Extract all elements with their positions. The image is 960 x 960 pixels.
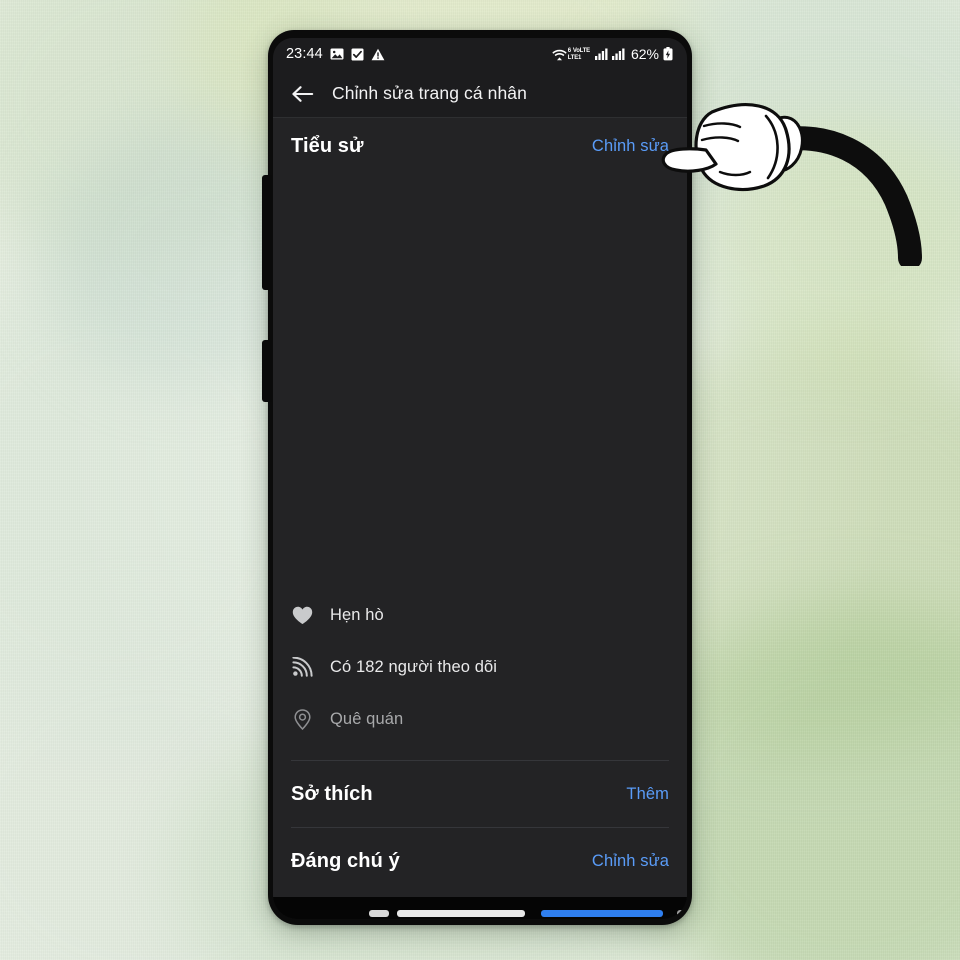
toolbar-chip-wide[interactable] [397,910,525,917]
status-time: 23:44 [286,46,323,62]
heart-icon [291,606,313,625]
status-bar-right: 6 VoLTE LTE1 62% [552,46,673,62]
section-bio-header: Tiểu sử Chỉnh sửa [273,118,687,174]
phone-screen: 23:44 6 VoLTE LTE1 62% Chỉnh sửa trang c… [273,38,687,919]
section-hobbies-add-link[interactable]: Thêm [626,785,669,804]
wifi-generation-label: 6 [567,47,571,54]
status-bar: 23:44 6 VoLTE LTE1 62% [273,38,687,70]
info-row-hometown[interactable]: Quê quán [273,693,687,745]
section-bio-title: Tiểu sử [291,134,364,157]
divider-above-featured [291,827,669,828]
signal-bars-icon-2 [611,48,625,60]
section-featured-header: Đáng chú ý Chỉnh sửa [273,833,687,889]
battery-icon [663,47,673,61]
volte-label: VoLTE [572,47,590,54]
arrow-left-icon [292,85,314,102]
pointing-hand-cursor [661,103,922,266]
info-row-followers-label: Có 182 người theo dõi [330,657,498,676]
section-hobbies-header: Sở thích Thêm [273,766,687,822]
image-icon [330,48,344,60]
profile-edit-body: Tiểu sử Chỉnh sửa Hẹn hò Có 182 người th… [273,118,687,897]
info-row-hometown-label: Quê quán [330,709,404,728]
volume-button[interactable] [262,175,272,290]
phone-device-frame: 23:44 6 VoLTE LTE1 62% Chỉnh sửa trang c… [262,30,692,925]
background-canvas: 23:44 6 VoLTE LTE1 62% Chỉnh sửa trang c… [0,0,960,960]
bottom-toolbar-cutoff [273,897,687,919]
wifi-icon [552,49,567,60]
status-bar-left: 23:44 [286,46,385,62]
info-row-dating[interactable]: Hẹn hò [273,589,687,641]
section-hobbies-title: Sở thích [291,782,373,805]
info-row-dating-label: Hẹn hò [330,605,384,624]
toolbar-chip-small-left[interactable] [369,910,389,917]
profile-info-list: Hẹn hò Có 182 người theo dõi Quê quán [273,589,687,755]
page-title: Chỉnh sửa trang cá nhân [332,83,527,103]
info-row-followers[interactable]: Có 182 người theo dõi [273,641,687,693]
power-button[interactable] [262,340,272,402]
back-button[interactable] [291,84,314,104]
divider-above-hobbies [291,760,669,761]
battery-percent-label: 62% [630,46,659,62]
network-badges: 6 VoLTE LTE1 [568,48,590,61]
toolbar-chip-right[interactable] [677,910,687,917]
toolbar-chip-primary[interactable] [541,910,663,917]
checkbox-icon [351,48,364,60]
bio-empty-area [273,174,687,589]
warning-triangle-icon [371,48,385,60]
location-pin-icon [291,708,313,730]
lte-label: LTE1 [567,54,582,61]
signal-bars-icon-1 [594,48,608,60]
rss-waves-icon [291,657,313,677]
section-featured-title: Đáng chú ý [291,849,400,872]
app-header: Chỉnh sửa trang cá nhân [273,70,687,118]
section-bio-edit-link[interactable]: Chỉnh sửa [592,137,669,156]
section-featured-edit-link[interactable]: Chỉnh sửa [592,852,669,871]
